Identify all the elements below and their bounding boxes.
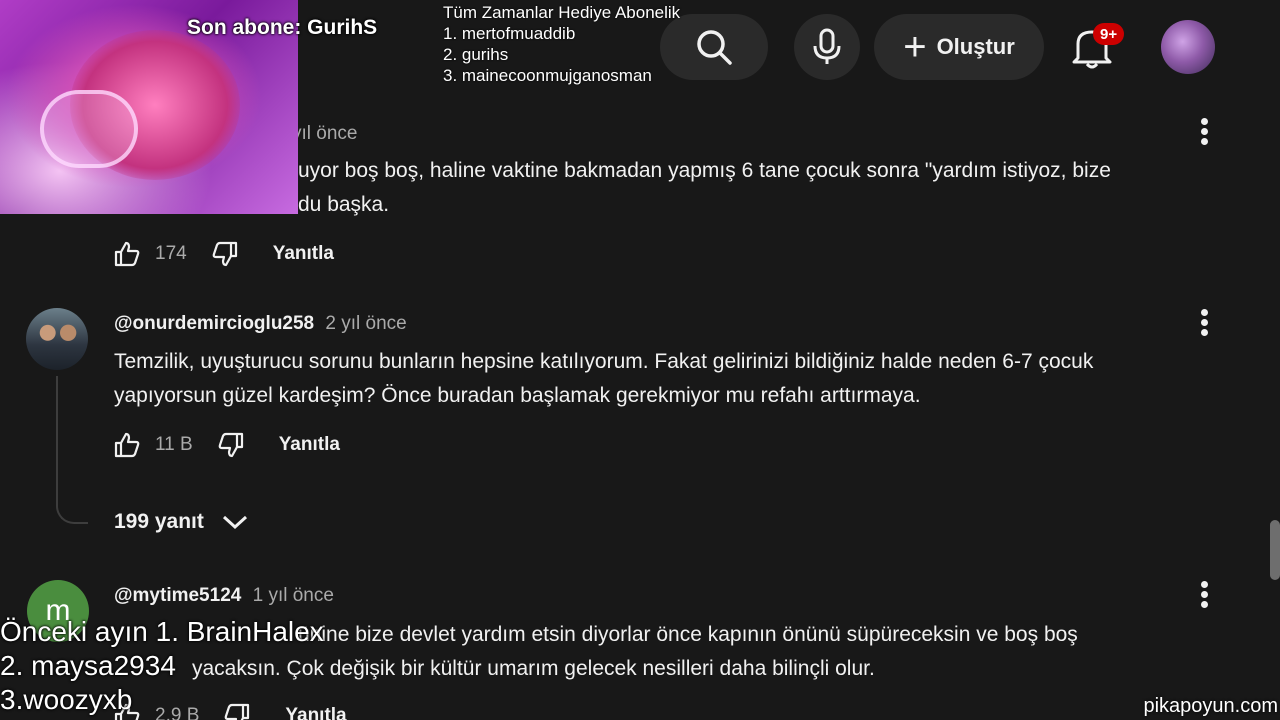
gift-entry: 1. mertofmuaddib <box>443 24 576 43</box>
comment-text-line: ünine bize devlet yardım etsin diyorlar … <box>298 623 1078 646</box>
microphone-icon <box>813 28 841 64</box>
commenter-avatar[interactable] <box>26 308 88 370</box>
prev-month-entry: 2. maysa2934 <box>0 650 176 681</box>
plus-icon: + <box>903 25 927 69</box>
prev-month-entry: 3.woozyxb <box>0 684 133 715</box>
reply-button[interactable]: Yanıtla <box>273 243 334 265</box>
previous-month-leaderboard: Önceki ayın 1. BrainHalex 2. maysa2934 3… <box>0 615 324 717</box>
comment-text-line: yapıyorsun güzel kardeşim? Önce buradan … <box>114 384 921 407</box>
like-count: 11 B <box>155 434 193 455</box>
last-subscriber-label: Son abone: GurihS <box>187 16 378 39</box>
more-options-icon[interactable] <box>1201 118 1211 148</box>
comment-text-line: Temzilik, uyuşturucu sorunu bunların hep… <box>114 350 1094 373</box>
reply-button[interactable]: Yanıtla <box>279 434 340 456</box>
watermark: pikapoyun.com <box>1143 695 1278 717</box>
comment-time: 1 yıl önce <box>252 585 334 606</box>
prev-month-entry: Önceki ayın 1. BrainHalex <box>0 616 324 647</box>
notification-badge: 9+ <box>1093 23 1125 45</box>
comment-meta: @onurdemircioglu258 2 yıl önce <box>114 313 407 335</box>
thread-connector <box>56 376 88 524</box>
comment-text-line: uyor boş boş, haline vaktine bakmadan ya… <box>298 159 1111 182</box>
like-icon[interactable] <box>113 240 141 268</box>
search-icon <box>697 30 732 65</box>
comment-text-line: du başka. <box>298 193 390 216</box>
create-label: Oluştur <box>936 34 1015 59</box>
more-options-icon[interactable] <box>1201 581 1211 611</box>
gift-entry: 2. gurihs <box>443 45 509 64</box>
comment-actions: 174 Yanıtla <box>113 240 334 268</box>
comment-author[interactable]: @onurdemircioglu258 <box>114 313 314 334</box>
chevron-down-icon <box>222 515 247 530</box>
more-options-icon[interactable] <box>1201 309 1211 339</box>
show-replies-button[interactable]: 199 yanıt <box>114 510 248 534</box>
comment-actions: 11 B Yanıtla <box>113 431 340 459</box>
like-icon[interactable] <box>113 431 141 459</box>
gift-title: Tüm Zamanlar Hediye Abonelik <box>443 3 681 22</box>
comment-time: yıl önce <box>292 123 358 144</box>
comment-meta: @mytime5124 1 yıl önce <box>114 585 334 607</box>
dislike-icon[interactable] <box>211 240 239 268</box>
comment-time: 2 yıl önce <box>325 313 407 334</box>
voice-search-button[interactable] <box>794 14 860 80</box>
gift-entry: 3. mainecoonmujganosman <box>443 66 652 85</box>
create-button[interactable]: + Oluştur <box>874 14 1044 80</box>
gift-sub-leaderboard: Tüm Zamanlar Hediye Abonelik 1. mertofmu… <box>443 2 680 86</box>
replies-count: 199 yanıt <box>114 510 204 533</box>
comment-author[interactable]: @mytime5124 <box>114 585 241 606</box>
account-avatar[interactable] <box>1161 20 1215 74</box>
webcam-mask <box>40 90 138 168</box>
scrollbar-thumb[interactable] <box>1270 520 1280 580</box>
dislike-icon[interactable] <box>217 431 245 459</box>
like-count: 174 <box>155 243 187 264</box>
